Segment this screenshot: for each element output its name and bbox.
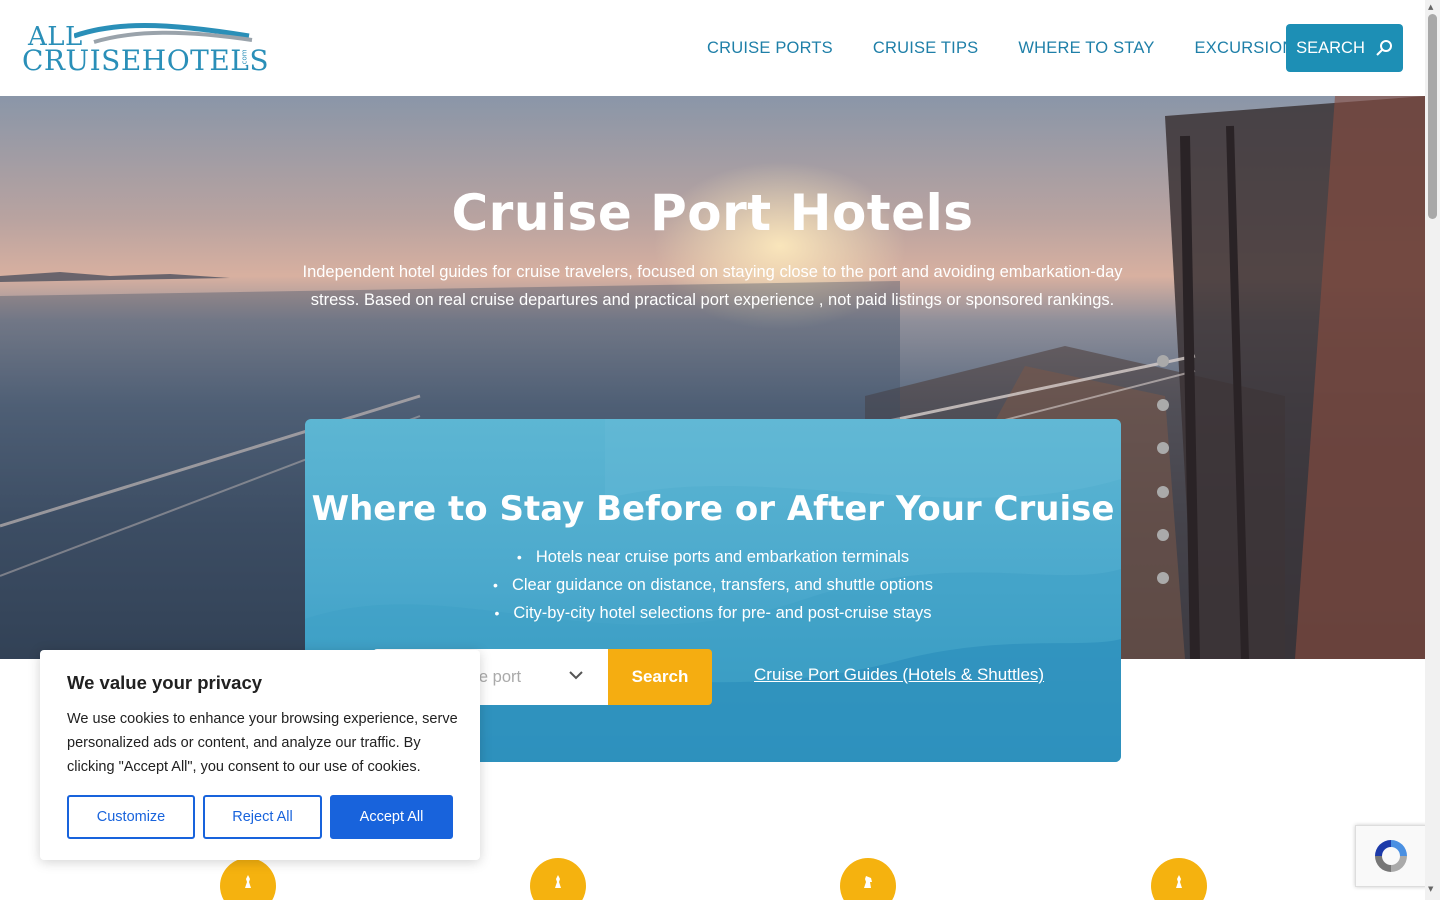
chess-piece-icon bbox=[1176, 875, 1182, 888]
cookie-text: We use cookies to enhance your browsing … bbox=[67, 711, 458, 775]
scroll-thumb[interactable] bbox=[1428, 14, 1437, 219]
nav-cruise-ports[interactable]: CRUISE PORTS bbox=[707, 39, 833, 58]
site-logo[interactable]: ALL CRUISEHOTELS .com bbox=[22, 20, 269, 80]
chess-knight-icon bbox=[864, 876, 872, 888]
page-scrollbar[interactable]: ▲ ▼ bbox=[1425, 0, 1440, 900]
recaptcha-icon bbox=[1375, 840, 1407, 872]
list-item: Hotels near cruise ports and embarkation… bbox=[305, 543, 1121, 571]
feature-icon-4 bbox=[1151, 858, 1207, 900]
scroll-down-arrow-icon[interactable]: ▼ bbox=[1428, 885, 1433, 893]
chess-piece-icon bbox=[245, 875, 251, 888]
cookie-accept-button[interactable]: Accept All bbox=[330, 795, 453, 839]
logo-text-com: .com bbox=[240, 49, 249, 67]
nav-cruise-tips[interactable]: CRUISE TIPS bbox=[873, 39, 979, 58]
cookie-title: We value your privacy bbox=[67, 672, 263, 693]
chevron-down-icon bbox=[569, 671, 583, 680]
nav-where-to-stay[interactable]: WHERE TO STAY bbox=[1018, 39, 1154, 58]
site-header: ALL CRUISEHOTELS .com CRUISE PORTS CRUIS… bbox=[0, 0, 1425, 96]
list-item: City-by-city hotel selections for pre- a… bbox=[305, 599, 1121, 627]
hero-title: Cruise Port Hotels bbox=[451, 184, 974, 242]
feature-icon-1 bbox=[220, 858, 276, 900]
scroll-up-arrow-icon[interactable]: ▲ bbox=[1428, 3, 1433, 11]
feature-icon-3 bbox=[840, 858, 896, 900]
logo-wave-icon bbox=[74, 23, 253, 44]
hero-description: Independent hotel guides for cruise trav… bbox=[302, 263, 1123, 309]
list-item: Clear guidance on distance, transfers, a… bbox=[305, 571, 1121, 599]
chess-piece-icon bbox=[555, 875, 561, 888]
cruise-port-guides-link[interactable]: Cruise Port Guides (Hotels & Shuttles) bbox=[754, 665, 1044, 685]
recaptcha-badge[interactable] bbox=[1355, 825, 1427, 887]
card-bullet-list: Hotels near cruise ports and embarkation… bbox=[305, 543, 1121, 627]
cookie-reject-button[interactable]: Reject All bbox=[203, 795, 322, 839]
search-icon bbox=[1376, 40, 1392, 56]
logo-text-cruisehotels: CRUISEHOTELS bbox=[22, 44, 270, 77]
feature-icon-2 bbox=[530, 858, 586, 900]
header-search-label: SEARCH bbox=[1296, 38, 1365, 57]
card-title: Where to Stay Before or After Your Cruis… bbox=[311, 489, 1115, 529]
port-search-button[interactable]: Search bbox=[608, 649, 712, 705]
cookie-consent-dialog: We value your privacy We use cookies to … bbox=[40, 650, 480, 860]
main-nav: CRUISE PORTS CRUISE TIPS WHERE TO STAY E… bbox=[687, 0, 1326, 96]
header-search-button[interactable]: SEARCH bbox=[1286, 24, 1403, 72]
cookie-customize-button[interactable]: Customize bbox=[67, 795, 195, 839]
